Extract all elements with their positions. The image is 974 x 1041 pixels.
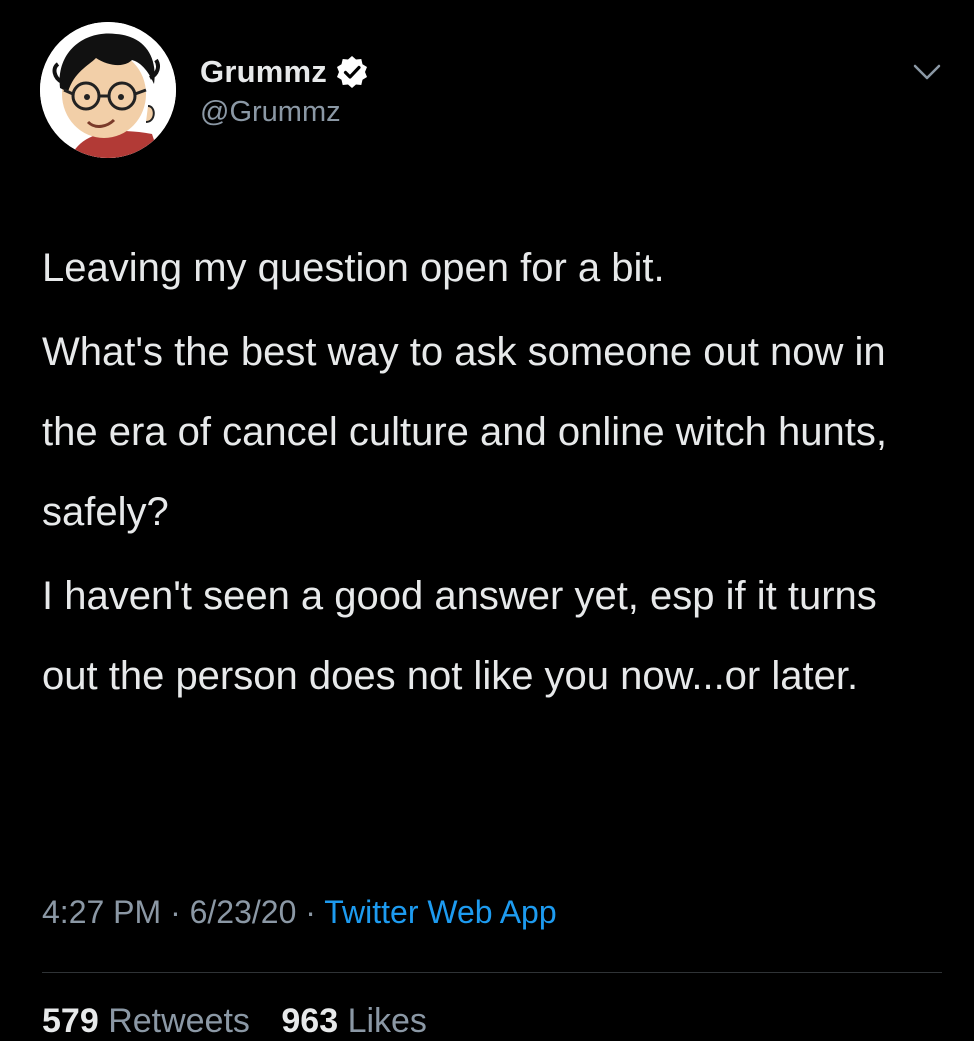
- verified-badge-icon: [335, 55, 369, 89]
- display-name[interactable]: Grummz: [200, 54, 327, 90]
- likes-count: 963: [281, 1002, 339, 1040]
- tweet-date[interactable]: 6/23/20: [190, 894, 297, 930]
- retweets-label: Retweets: [108, 1002, 250, 1040]
- tweet-time[interactable]: 4:27 PM: [42, 894, 161, 930]
- meta-separator: ·: [305, 894, 316, 930]
- meta-separator: ·: [170, 894, 181, 930]
- avatar-illustration: [40, 22, 176, 158]
- user-block: Grummz @Grummz: [200, 52, 369, 129]
- likes-label: Likes: [347, 1002, 427, 1040]
- avatar[interactable]: [40, 22, 176, 158]
- retweets-count: 579: [42, 1002, 99, 1040]
- tweet-stats: 579 Retweets 963 Likes: [42, 1002, 449, 1041]
- display-name-row: Grummz: [200, 52, 369, 92]
- tweet-paragraph: Leaving my question open for a bit.: [42, 246, 665, 290]
- likes-stat[interactable]: 963 Likes: [281, 1002, 427, 1041]
- tweet-text: Leaving my question open for a bit. What…: [42, 228, 942, 716]
- user-handle[interactable]: @Grummz: [200, 96, 369, 129]
- tweet-meta: 4:27 PM · 6/23/20 · Twitter Web App: [42, 894, 557, 931]
- divider: [42, 972, 942, 973]
- tweet-card: Grummz @Grummz Leaving my question open …: [0, 0, 974, 1040]
- tweet-paragraph: What's the best way to ask someone out n…: [42, 330, 887, 534]
- tweet-source-link[interactable]: Twitter Web App: [324, 894, 556, 930]
- tweet-paragraph: I haven't seen a good answer yet, esp if…: [42, 574, 877, 698]
- retweets-stat[interactable]: 579 Retweets: [42, 1002, 250, 1041]
- chevron-down-icon[interactable]: [912, 60, 942, 84]
